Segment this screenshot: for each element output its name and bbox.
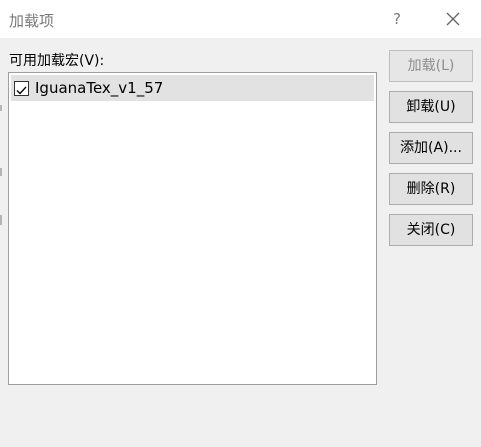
list-item[interactable]: IguanaTex_v1_57 <box>11 75 374 101</box>
close-icon[interactable] <box>440 6 466 32</box>
title-bar: 加载项 ? <box>0 0 481 38</box>
edge-artifact <box>0 168 2 176</box>
edge-artifact <box>0 215 2 225</box>
unload-button[interactable]: 卸载(U) <box>389 91 473 123</box>
addins-listbox[interactable]: IguanaTex_v1_57 <box>8 72 377 385</box>
edge-artifact <box>0 105 2 111</box>
close-button[interactable]: 关闭(C) <box>389 214 473 246</box>
add-button[interactable]: 添加(A)... <box>389 132 473 164</box>
dialog-title: 加载项 <box>9 12 55 30</box>
load-button[interactable]: 加载(L) <box>389 50 473 82</box>
help-button[interactable]: ? <box>386 6 408 32</box>
addin-name: IguanaTex_v1_57 <box>35 79 164 97</box>
check-icon <box>16 86 27 95</box>
available-addins-label: 可用加载宏(V): <box>9 53 105 69</box>
addin-checkbox[interactable] <box>14 81 29 96</box>
remove-button[interactable]: 删除(R) <box>389 173 473 205</box>
